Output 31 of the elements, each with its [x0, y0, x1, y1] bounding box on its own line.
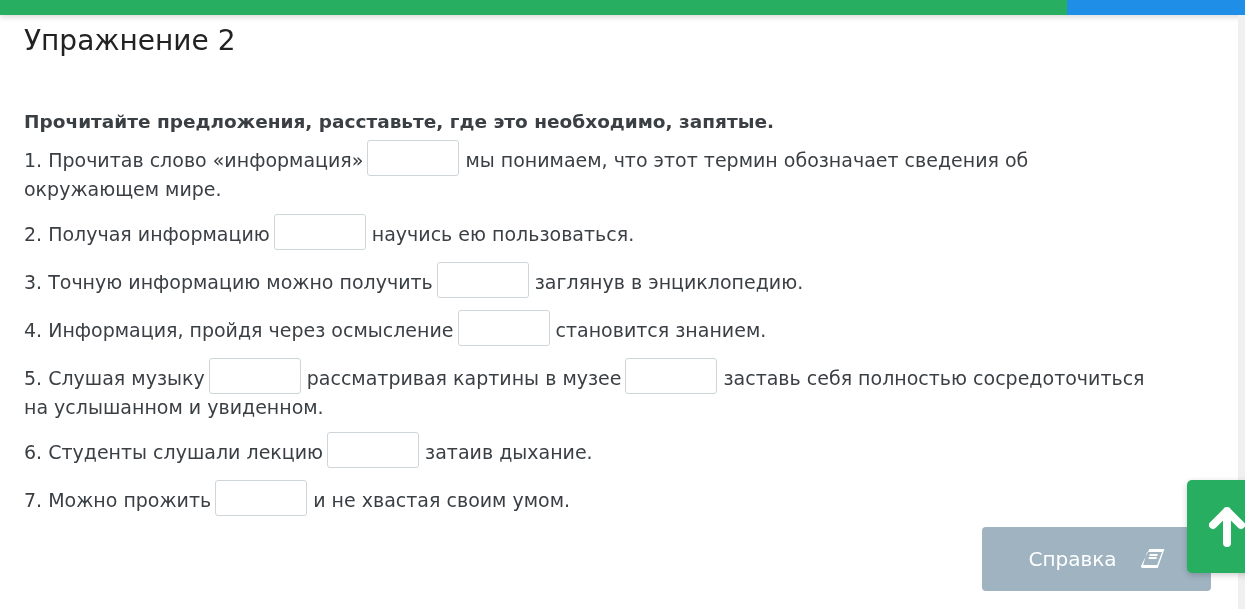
answer-box[interactable]	[273, 214, 366, 250]
answer-box[interactable]	[367, 140, 460, 176]
help-button[interactable]: Справка	[982, 527, 1211, 591]
sentence-text: 6. Студенты слушали лекцию	[24, 440, 324, 463]
sentence-text: окружающем мире.	[24, 177, 222, 202]
sentence-text: заставь себя полностью сосредоточиться	[723, 366, 1145, 389]
sentence-text: 1. Прочитав слово «информация»	[24, 148, 364, 171]
exercise-title: Упражнение 2	[24, 23, 237, 59]
sentence-text: 4. Информация, пройдя через осмысление	[24, 318, 454, 341]
answer-box[interactable]	[625, 358, 718, 394]
scroll-up-button[interactable]	[1187, 480, 1245, 573]
arrow-up-icon	[1209, 506, 1245, 547]
sentence-text: становится знанием.	[555, 318, 767, 341]
answer-box[interactable]	[208, 358, 301, 394]
book-icon	[1139, 548, 1167, 570]
sentence-text: на услышанном и увиденном.	[24, 395, 324, 420]
sentence-text: 7. Можно прожить	[24, 488, 212, 511]
sentence-text: 2. Получая информацию	[24, 222, 270, 245]
answer-box[interactable]	[215, 480, 308, 516]
sentence-text: 3. Точную информацию можно получить	[24, 270, 433, 293]
answer-box[interactable]	[327, 432, 420, 468]
sentence-text: затаив дыхание.	[425, 440, 593, 463]
sentence-text: мы понимаем, что этот термин обозначает сведения об	[465, 148, 1029, 171]
sentence-text: и не хвастая своим умом.	[313, 488, 571, 511]
sentence-text: научись ею пользоваться.	[371, 222, 635, 245]
sentence-text: 5. Слушая музыку	[24, 366, 205, 389]
sentence-text: рассматривая картины в музее	[306, 366, 622, 389]
answer-box[interactable]	[457, 310, 550, 346]
answer-box[interactable]	[436, 262, 529, 298]
instruction-text: Прочитайте предложения, расставьте, где это необходимо, запятые.	[24, 111, 775, 132]
sentence-text: заглянув в энциклопедию.	[534, 270, 804, 293]
